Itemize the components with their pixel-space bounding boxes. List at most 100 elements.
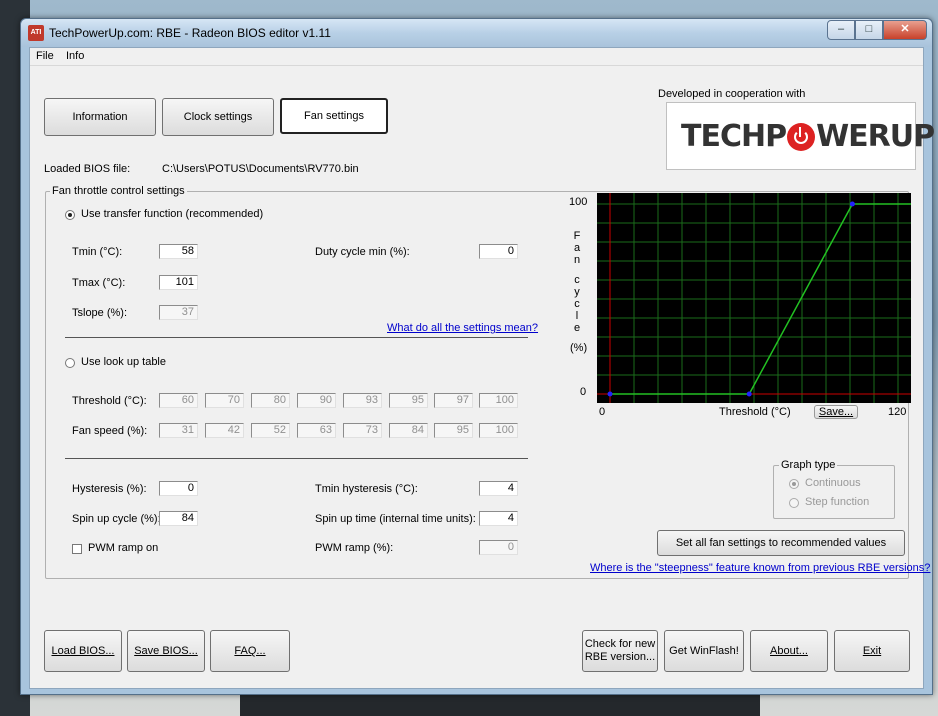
tmin-hysteresis-label: Tmin hysteresis (°C):: [315, 483, 418, 495]
y-title-char: e: [573, 322, 581, 334]
cooperation-text: Developed in cooperation with: [658, 88, 806, 100]
hysteresis-label: Hysteresis (%):: [72, 483, 147, 495]
tmin-label: Tmin (°C):: [72, 246, 123, 258]
bios-file-label: Loaded BIOS file:: [44, 163, 131, 175]
x-axis-max: 120: [888, 406, 907, 418]
fan-curve-point: [849, 201, 855, 207]
graph-type-group: [773, 465, 895, 519]
fan-speed-field[interactable]: 42: [205, 423, 244, 438]
clock-settings-button[interactable]: Clock settings: [162, 98, 274, 136]
ati-app-icon: ATI: [28, 25, 44, 41]
check-version-line2: RBE version...: [584, 651, 656, 663]
title-bar[interactable]: ATI TechPowerUp.com: RBE - Radeon BIOS e…: [21, 19, 932, 47]
threshold-field[interactable]: 95: [389, 393, 428, 408]
fan-settings-button[interactable]: Fan settings: [280, 98, 388, 134]
steepness-link[interactable]: Where is the "steepness" feature known f…: [590, 562, 930, 574]
x-axis-min: 0: [599, 406, 606, 418]
faq-button[interactable]: FAQ...: [210, 630, 290, 672]
tslope-field[interactable]: 37: [159, 305, 198, 320]
pwm-ramp-field[interactable]: 0: [479, 540, 518, 555]
fan-speed-field[interactable]: 84: [389, 423, 428, 438]
fan-speed-field[interactable]: 100: [479, 423, 518, 438]
threshold-field[interactable]: 90: [297, 393, 336, 408]
spin-up-cycle-field[interactable]: 84: [159, 511, 198, 526]
load-bios-button[interactable]: Load BIOS...: [44, 630, 122, 672]
menu-bar: File Info: [30, 48, 923, 66]
save-bios-button[interactable]: Save BIOS...: [127, 630, 205, 672]
tmin-field[interactable]: 58: [159, 244, 198, 259]
lookup-table-label: Use look up table: [81, 356, 166, 368]
threshold-field[interactable]: 70: [205, 393, 244, 408]
duty-cycle-min-label: Duty cycle min (%):: [315, 246, 410, 258]
y-title-char: l: [575, 310, 579, 322]
logo-text-right: WERUP: [816, 119, 935, 154]
hysteresis-field[interactable]: 0: [159, 481, 198, 496]
fan-curve-point: [746, 391, 752, 397]
lookup-table-radio[interactable]: [65, 358, 75, 368]
threshold-field[interactable]: 93: [343, 393, 382, 408]
menu-info[interactable]: Info: [66, 50, 84, 62]
threshold-label: Threshold (°C):: [72, 395, 147, 407]
fan-speed-field[interactable]: 31: [159, 423, 198, 438]
y-title-char: y: [574, 286, 580, 298]
graph-save-button[interactable]: Save...: [814, 405, 858, 419]
y-title-char: n: [573, 254, 581, 266]
y-axis-min: 0: [580, 386, 587, 398]
set-recommended-button[interactable]: Set all fan settings to recommended valu…: [657, 530, 905, 556]
continuous-radio[interactable]: [789, 479, 799, 489]
step-function-radio[interactable]: [789, 498, 799, 508]
spin-up-time-label: Spin up time (internal time units):: [315, 513, 476, 525]
app-window: ATI TechPowerUp.com: RBE - Radeon BIOS e…: [20, 18, 935, 695]
fan-curve-graph: [597, 193, 911, 403]
threshold-field[interactable]: 97: [434, 393, 473, 408]
graph-type-title: Graph type: [779, 459, 838, 471]
spin-up-time-field[interactable]: 4: [479, 511, 518, 526]
client-area: File Info Information Clock settings Fan…: [29, 47, 935, 689]
tslope-label: Tslope (%):: [72, 307, 128, 319]
maximize-icon[interactable]: □: [855, 20, 883, 40]
close-icon[interactable]: ✕: [883, 20, 927, 40]
menu-file[interactable]: File: [36, 50, 54, 62]
y-title-char: F: [573, 230, 581, 242]
y-title-char: c: [574, 298, 580, 310]
settings-help-link[interactable]: What do all the settings mean?: [387, 322, 538, 334]
pwm-ramp-label: PWM ramp (%):: [315, 542, 394, 554]
power-icon: [787, 122, 816, 151]
transfer-function-radio[interactable]: [65, 210, 75, 220]
get-winflash-button[interactable]: Get WinFlash!: [664, 630, 744, 672]
window-title: TechPowerUp.com: RBE - Radeon BIOS edito…: [49, 26, 331, 40]
y-title-char: c: [574, 274, 580, 286]
separator-1: [65, 337, 528, 338]
exit-button[interactable]: Exit: [834, 630, 910, 672]
step-function-label: Step function: [805, 496, 870, 508]
information-button[interactable]: Information: [44, 98, 156, 136]
y-axis-max: 100: [569, 196, 588, 208]
fan-speed-field[interactable]: 63: [297, 423, 336, 438]
pwm-ramp-checkbox[interactable]: [72, 544, 82, 554]
tmax-label: Tmax (°C):: [72, 277, 126, 289]
check-version-button[interactable]: Check for new RBE version...: [582, 630, 658, 672]
check-version-line1: Check for new: [584, 638, 656, 650]
fan-curve-svg: [597, 193, 911, 403]
techpowerup-logo[interactable]: TECHP WERUP: [666, 102, 935, 170]
duty-cycle-min-field[interactable]: 0: [479, 244, 518, 259]
continuous-label: Continuous: [805, 477, 861, 489]
fan-speed-field[interactable]: 52: [251, 423, 290, 438]
threshold-field[interactable]: 60: [159, 393, 198, 408]
fan-throttle-group-title: Fan throttle control settings: [50, 185, 187, 197]
tmax-field[interactable]: 101: [159, 275, 198, 290]
fan-speed-label: Fan speed (%):: [72, 425, 148, 437]
fan-curve-point: [607, 391, 613, 397]
separator-2: [65, 458, 528, 459]
bios-file-path: C:\Users\POTUS\Documents\RV770.bin: [162, 163, 359, 175]
y-title-char: (%): [570, 342, 588, 354]
pwm-ramp-on-label: PWM ramp on: [88, 542, 159, 554]
threshold-field[interactable]: 100: [479, 393, 518, 408]
fan-speed-field[interactable]: 73: [343, 423, 382, 438]
threshold-field[interactable]: 80: [251, 393, 290, 408]
tmin-hysteresis-field[interactable]: 4: [479, 481, 518, 496]
about-button[interactable]: About...: [750, 630, 828, 672]
minimize-icon[interactable]: –: [827, 20, 855, 40]
spin-up-cycle-label: Spin up cycle (%):: [72, 513, 161, 525]
fan-speed-field[interactable]: 95: [434, 423, 473, 438]
